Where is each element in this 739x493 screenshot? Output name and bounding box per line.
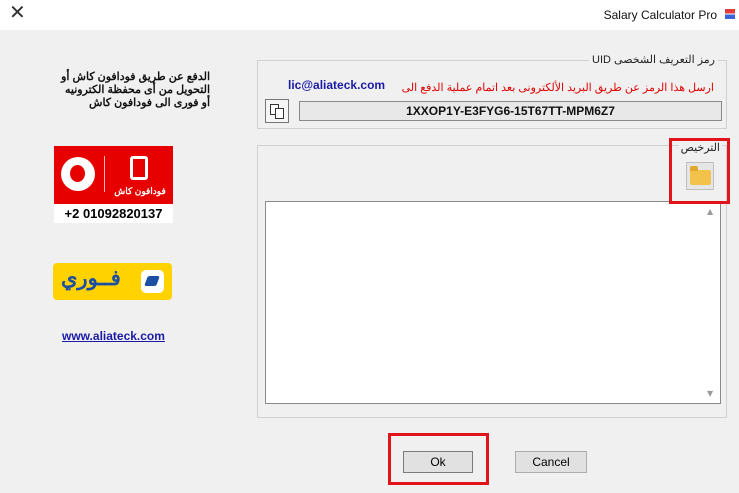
uid-group: رمز التعريف الشخصى UID lic@aliateck.com …	[257, 53, 727, 129]
highlight-folder-frame	[669, 138, 730, 204]
window-title: Salary Calculator Pro	[603, 8, 717, 22]
payment-line: التحويل من أى محفظة الكترونيه	[65, 84, 210, 96]
copy-uid-button[interactable]	[265, 99, 289, 123]
highlight-ok-frame	[388, 433, 489, 485]
vodafone-cash-logo: فودافون كاش	[54, 146, 173, 204]
send-instruction: ارسل هذا الرمز عن طريق البريد الألكترونى…	[401, 82, 714, 94]
fawry-logo: فــوري	[53, 263, 172, 300]
cancel-button[interactable]: Cancel	[515, 451, 587, 473]
mobile-phone-icon	[130, 156, 148, 180]
fawry-label: فــوري	[61, 267, 121, 290]
close-icon[interactable]: ✕	[9, 2, 26, 22]
license-textarea[interactable]	[265, 201, 721, 404]
vodafone-phone-number: +2 01092820137	[54, 204, 173, 223]
payment-line: أو فورى الى فودافون كاش	[89, 97, 210, 109]
vodafone-cash-label: فودافون كاش	[114, 186, 166, 196]
logo-divider	[104, 156, 105, 192]
support-email: lic@aliateck.com	[288, 78, 386, 92]
scroll-up-icon[interactable]: ▲	[707, 207, 716, 216]
scroll-down-icon[interactable]: ▼	[707, 389, 716, 398]
vodafone-speech-mark-icon	[61, 157, 95, 191]
title-bar: ✕ Salary Calculator Pro	[0, 0, 739, 30]
license-scrollbar[interactable]: ▲ ▼	[703, 202, 720, 403]
uid-group-legend: رمز التعريف الشخصى UID	[589, 53, 718, 66]
website-link[interactable]: www.aliateck.com	[62, 329, 165, 343]
payment-line: الدفع عن طريق فودافون كاش أو	[61, 71, 210, 83]
uid-field[interactable]: 1XXOP1Y-E3FYG6-15T67TT-MPM6Z7	[299, 101, 722, 121]
fawry-arrow-icon	[141, 270, 164, 293]
payment-instructions: الدفع عن طريق فودافون كاش أو التحويل من …	[45, 71, 210, 110]
app-flag-icon	[725, 9, 735, 19]
